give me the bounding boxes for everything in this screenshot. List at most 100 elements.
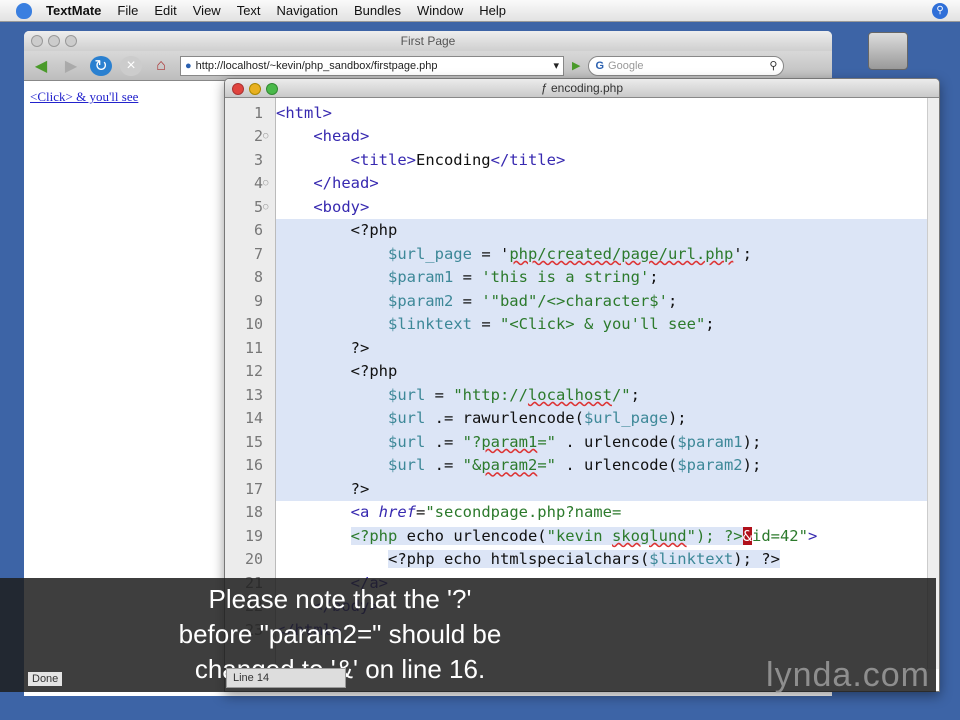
code-line[interactable]: 15 $url .= "? param1 =" . urlencode($param… [245,430,927,454]
code-token: ; [705,315,715,334]
menu-app[interactable]: TextMate [46,3,101,18]
apple-menu-icon[interactable] [16,2,32,19]
code-token: <?php echo htmlspecialchars( [387,550,650,569]
code-line[interactable]: 8 $param1 = 'this is a string'; [254,265,927,289]
menu-help[interactable]: Help [479,3,506,18]
menu-window[interactable]: Window [417,3,463,18]
url-field[interactable]: ● http://localhost/~kevin/php_sandbox/fi… [180,55,564,76]
code-line[interactable]: 5 ○ <body> [254,195,927,219]
line-indicator: Line 14 [233,672,270,684]
code-token: = [425,385,454,404]
code-token: =" [537,456,556,475]
code-line[interactable]: 9 $param2 = '"bad"/<>character$'; [254,289,927,313]
code-token: param1 [481,432,538,451]
code-token: echo urlencode( [397,526,547,545]
close-button[interactable] [31,35,43,47]
search-field[interactable]: G Google ⚲ [588,55,785,76]
code-line[interactable]: 4 ○ </head> [254,172,927,196]
code-line[interactable]: 11 ?> [245,336,927,360]
stop-icon[interactable]: × [120,55,142,76]
menu-edit[interactable]: Edit [154,3,176,18]
menu-file[interactable]: File [117,3,138,18]
close-button[interactable] [232,83,244,95]
code-line[interactable]: 20 <?php echo htmlspecialchars($linktext… [245,548,927,572]
code-token: <title> [350,150,416,169]
code-line[interactable]: 7 $url_page = ' php/created/page/url.php '… [254,242,927,266]
reload-icon[interactable]: ↻ [90,55,112,76]
line-number: 7 [253,244,263,263]
code-token: <?php [350,362,398,381]
menu-bundles[interactable]: Bundles [354,3,401,18]
code-token: localhost [527,385,612,404]
code-token: "& [462,456,482,475]
minimize-button[interactable] [249,83,261,95]
code-token: ; [630,385,640,404]
code-line[interactable]: 18 <a href = "secondpage.php?name= [245,501,927,525]
page-link[interactable]: <Click> & you'll see [30,89,138,105]
code-line[interactable]: 1 <html> [254,101,927,125]
dropdown-icon[interactable]: ▾ [553,59,559,72]
back-icon[interactable]: ◀ [30,56,52,76]
code-token: <a [350,503,379,522]
url-text: http://localhost/~kevin/php_sandbox/firs… [195,59,438,72]
code-area[interactable]: 1 <html> 2 ○ <head> 3 <title> Encoding </title… [245,101,927,642]
globe-icon: ● [185,59,192,72]
code-token: . urlencode( [555,456,678,475]
code-line[interactable]: 3 <title> Encoding </title> [254,148,927,172]
code-token: php/created/page/url.php [509,244,734,263]
code-token: $linktext [649,550,734,569]
code-token: '"bad"/<>character$' [481,291,668,310]
code-line[interactable]: 16 $url .= "& param2 =" . urlencode($param… [245,453,927,477]
code-token: $url [387,456,426,475]
menu-bar: TextMate File Edit View Text Navigation … [0,0,960,22]
fold-marker-icon[interactable]: ○ [263,202,268,212]
home-icon[interactable]: ⌂ [150,56,172,76]
code-token: $url [387,409,426,428]
code-line[interactable]: 6 <?php [254,218,927,242]
browser-titlebar: First Page [24,31,832,51]
fold-marker-icon[interactable]: ○ [263,131,268,141]
go-icon[interactable]: ▶ [572,59,580,72]
zoom-button[interactable] [266,83,278,95]
menu-navigation[interactable]: Navigation [277,3,338,18]
editor-title: encoding.php [550,81,624,95]
code-line[interactable]: 19 <?php echo urlencode("kevin skoglund "… [245,524,927,548]
code-line[interactable]: 13 $url = "http://localhost/"; [245,383,927,407]
code-token: = [453,268,482,287]
minimize-button[interactable] [48,35,60,47]
code-token: ); ?> [695,526,743,545]
google-icon: G [595,59,605,72]
code-line[interactable]: 12 <?php [245,359,927,383]
text-cursor: & [742,526,752,545]
code-line[interactable]: 17 ?> [245,477,927,501]
caption-line-1: Please note that the '?' [208,584,472,614]
line-number: 9 [253,291,263,310]
forward-icon[interactable]: ▶ [60,56,82,76]
menu-view[interactable]: View [193,3,221,18]
code-token: $url_page [387,244,472,263]
code-line[interactable]: 2 ○ <head> [254,125,927,149]
code-line[interactable]: 14 $url .= rawurlencode($url_page); [245,406,927,430]
line-number: 8 [253,268,263,287]
code-token: . urlencode( [555,432,678,451]
spotlight-icon[interactable]: ⚲ [932,3,948,19]
code-token: = [453,291,482,310]
zoom-button[interactable] [65,35,77,47]
code-line[interactable]: 10 $linktext = "<Click> & you'll see"; [245,312,927,336]
fold-marker-icon[interactable]: ○ [263,178,268,188]
line-number: 10 [244,315,263,334]
code-token: "<Click> & you'll see" [499,315,706,334]
menu-text[interactable]: Text [237,3,261,18]
code-token: $param1 [677,432,743,451]
search-placeholder: Google [608,59,644,72]
hard-drive-icon[interactable] [868,32,908,70]
browser-title: First Page [400,34,456,48]
